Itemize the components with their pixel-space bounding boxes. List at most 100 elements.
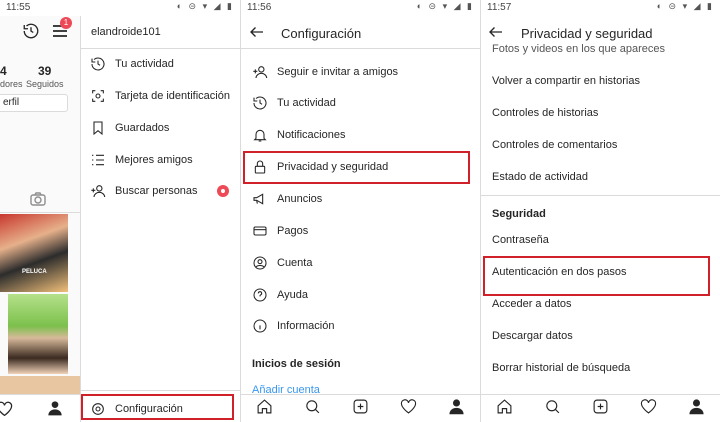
settings-item-label: Anuncios bbox=[277, 193, 323, 205]
status-time: 11:57 bbox=[487, 2, 512, 13]
drawer-footer-divider bbox=[81, 390, 240, 391]
history-icon[interactable] bbox=[22, 22, 40, 45]
security-item-password[interactable]: Contraseña bbox=[492, 234, 549, 246]
bookmark-icon bbox=[89, 119, 107, 137]
nametag-icon bbox=[89, 87, 107, 105]
search-icon[interactable] bbox=[544, 398, 561, 420]
status-time: 11:55 bbox=[6, 2, 31, 13]
megaphone-icon bbox=[251, 190, 269, 208]
section-divider bbox=[481, 195, 720, 196]
side-drawer: elandroide101 Tu actividad Tarjeta de id… bbox=[80, 16, 240, 422]
status-bar: 11:56 ◐ ⊝ ▾ ◢ ▮ bbox=[241, 0, 480, 16]
tagged-photos-icon[interactable] bbox=[30, 192, 46, 211]
activity-icon bbox=[251, 94, 269, 112]
following-label: Seguidos bbox=[26, 79, 64, 89]
privacy-item-resharing[interactable]: Volver a compartir en historias bbox=[492, 75, 640, 87]
security-section-header: Seguridad bbox=[492, 208, 546, 220]
card-icon bbox=[251, 222, 269, 240]
privacy-item-tagged[interactable]: Fotos y videos en los que apareces bbox=[492, 43, 665, 55]
profile-tabbar bbox=[0, 394, 80, 422]
add-person-icon bbox=[251, 63, 269, 81]
post-thumbnail-1[interactable]: PELUCA bbox=[0, 214, 68, 292]
status-bar: 11:57 ◐ ⊝ ▾ ◢ ▮ bbox=[481, 0, 720, 16]
followers-count: 4 bbox=[0, 64, 7, 78]
settings-item-ads[interactable]: Anuncios bbox=[241, 184, 480, 214]
profile-icon[interactable] bbox=[688, 398, 705, 420]
logins-section-header: Inicios de sesión bbox=[252, 358, 341, 370]
settings-item-label: Seguir e invitar a amigos bbox=[277, 66, 399, 78]
settings-panel: 11:56 ◐ ⊝ ▾ ◢ ▮ Configuración Seguir e i… bbox=[241, 0, 480, 422]
post-thumbnail-3[interactable] bbox=[0, 376, 80, 394]
drawer-item-label: Tarjeta de identificación bbox=[115, 90, 230, 102]
edit-profile-label: erfil bbox=[3, 97, 20, 108]
profile-menu-panel: 11:55 ◐ ⊝ ▾ ◢ ▮ 1 4 dores 39 Seguidos er… bbox=[0, 0, 240, 422]
bottom-tabbar bbox=[241, 394, 480, 422]
settings-item-label: Tu actividad bbox=[277, 97, 336, 109]
security-item-data-access[interactable]: Acceder a datos bbox=[492, 298, 572, 310]
drawer-item-discover-people[interactable]: Buscar personas bbox=[81, 176, 240, 206]
settings-item-about[interactable]: Información bbox=[241, 311, 480, 341]
heart-icon[interactable] bbox=[0, 401, 13, 422]
settings-item-help[interactable]: Ayuda bbox=[241, 280, 480, 310]
profile-page-strip: 1 4 dores 39 Seguidos erfil PELUCA bbox=[0, 16, 80, 394]
following-count: 39 bbox=[38, 64, 52, 78]
drawer-item-activity[interactable]: Tu actividad bbox=[81, 49, 240, 79]
security-item-download-data[interactable]: Descargar datos bbox=[492, 330, 573, 342]
header-cover bbox=[481, 16, 720, 42]
privacy-item-comment-controls[interactable]: Controles de comentarios bbox=[492, 139, 617, 151]
settings-item-notifications[interactable]: Notificaciones bbox=[241, 120, 480, 150]
profile-icon[interactable] bbox=[448, 398, 465, 420]
add-person-icon bbox=[89, 182, 107, 200]
followers-label: dores bbox=[0, 79, 23, 89]
settings-item-follow-invite[interactable]: Seguir e invitar a amigos bbox=[241, 57, 480, 87]
search-icon[interactable] bbox=[304, 398, 321, 420]
back-arrow-icon[interactable] bbox=[248, 23, 266, 46]
close-friends-icon bbox=[89, 151, 107, 169]
thumb-caption: PELUCA bbox=[22, 269, 47, 275]
drawer-item-label: Guardados bbox=[115, 122, 170, 134]
new-dot-badge bbox=[217, 185, 229, 197]
new-post-icon[interactable] bbox=[592, 398, 609, 420]
edit-profile-button[interactable]: erfil bbox=[0, 94, 68, 112]
new-post-icon[interactable] bbox=[352, 398, 369, 420]
privacy-highlight bbox=[243, 151, 470, 184]
drawer-item-nametag[interactable]: Tarjeta de identificación bbox=[81, 81, 240, 111]
two-factor-highlight bbox=[483, 256, 710, 296]
drawer-item-label: Buscar personas bbox=[115, 185, 198, 197]
status-time: 11:56 bbox=[247, 2, 272, 13]
settings-item-label: Información bbox=[277, 320, 335, 332]
heart-icon[interactable] bbox=[640, 398, 657, 420]
settings-highlight bbox=[81, 394, 234, 420]
activity-icon bbox=[89, 55, 107, 73]
drawer-item-label: Tu actividad bbox=[115, 58, 174, 70]
privacy-security-panel: 11:57 ◐ ⊝ ▾ ◢ ▮ Privacidad y seguridad F… bbox=[481, 0, 720, 422]
post-thumbnail-2[interactable] bbox=[8, 294, 68, 374]
profile-icon[interactable] bbox=[47, 400, 63, 421]
privacy-item-activity-status[interactable]: Estado de actividad bbox=[492, 171, 588, 183]
status-icons: ◐ ⊝ ▾ ◢ ▮ bbox=[656, 1, 714, 11]
settings-item-label: Cuenta bbox=[277, 257, 313, 269]
help-icon bbox=[251, 286, 269, 304]
page-title: Configuración bbox=[281, 26, 362, 41]
notification-badge: 1 bbox=[60, 17, 72, 29]
security-item-clear-search[interactable]: Borrar historial de búsqueda bbox=[492, 362, 630, 374]
account-icon bbox=[251, 254, 269, 272]
heart-icon[interactable] bbox=[400, 398, 417, 420]
settings-item-label: Notificaciones bbox=[277, 129, 346, 141]
status-bar: 11:55 ◐ ⊝ ▾ ◢ ▮ bbox=[0, 0, 240, 16]
settings-item-label: Ayuda bbox=[277, 289, 308, 301]
drawer-item-close-friends[interactable]: Mejores amigos bbox=[81, 145, 240, 175]
settings-item-payments[interactable]: Pagos bbox=[241, 216, 480, 246]
drawer-item-saved[interactable]: Guardados bbox=[81, 113, 240, 143]
header-divider bbox=[241, 48, 480, 49]
home-icon[interactable] bbox=[256, 398, 273, 420]
drawer-item-label: Mejores amigos bbox=[115, 154, 193, 166]
home-icon[interactable] bbox=[496, 398, 513, 420]
status-icons: ◐ ⊝ ▾ ◢ ▮ bbox=[176, 1, 234, 11]
settings-item-label: Pagos bbox=[277, 225, 309, 237]
drawer-username: elandroide101 bbox=[91, 26, 161, 38]
status-icons: ◐ ⊝ ▾ ◢ ▮ bbox=[416, 1, 474, 11]
settings-item-account[interactable]: Cuenta bbox=[241, 248, 480, 278]
privacy-item-story-controls[interactable]: Controles de historias bbox=[492, 107, 598, 119]
settings-item-activity[interactable]: Tu actividad bbox=[241, 88, 480, 118]
